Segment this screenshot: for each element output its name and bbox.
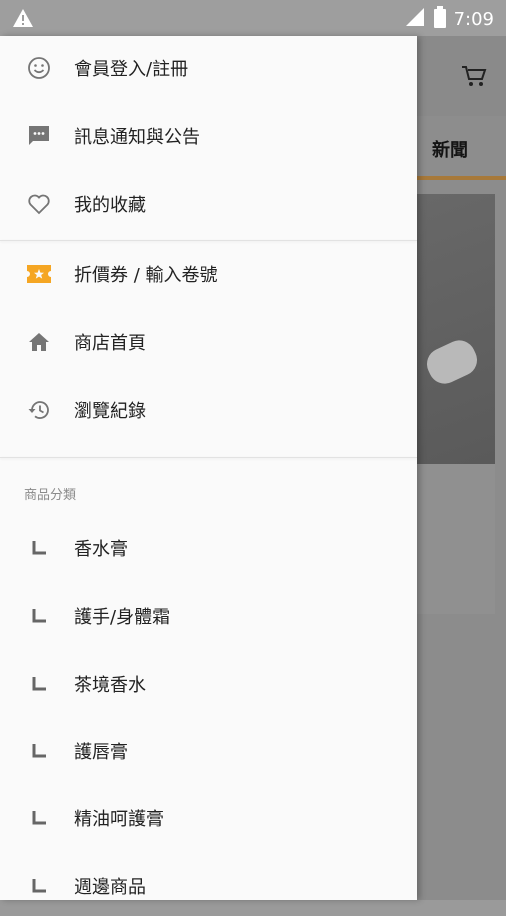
home-icon (26, 329, 52, 355)
category-label: 護手/身體霜 (74, 607, 171, 628)
category-item[interactable]: 茶境香水 (0, 654, 417, 714)
menu-item-history[interactable]: 瀏覽紀錄 (0, 380, 417, 440)
warning-icon (12, 8, 34, 32)
categories-header: 商品分類 (24, 488, 77, 503)
divider (0, 457, 417, 458)
sub-item-icon (32, 541, 46, 555)
status-bar: 7:09 (0, 0, 506, 36)
category-label: 香水膏 (74, 539, 128, 560)
category-label: 精油呵護膏 (74, 809, 164, 830)
ticket-icon (26, 261, 52, 287)
menu-item-label: 我的收藏 (74, 195, 146, 216)
menu-item-label: 訊息通知與公告 (74, 127, 200, 148)
category-label: 茶境香水 (74, 675, 146, 696)
product-image (417, 194, 495, 464)
cart-icon[interactable] (460, 64, 488, 92)
navigation-drawer: 會員登入/註冊 訊息通知與公告 我的收藏 折價券 / 輸入卷號 商店首頁 瀏覽紀… (0, 36, 417, 900)
history-icon (26, 397, 52, 423)
signal-icon (404, 7, 426, 32)
divider (0, 240, 417, 241)
menu-item-store-home[interactable]: 商店首頁 (0, 312, 417, 372)
battery-icon (433, 6, 446, 33)
sub-item-icon (32, 811, 46, 825)
menu-item-label: 會員登入/註冊 (74, 59, 189, 80)
category-item[interactable]: 精油呵護膏 (0, 788, 417, 848)
menu-item-coupon[interactable]: 折價券 / 輸入卷號 (0, 244, 417, 304)
product-card[interactable] (417, 194, 495, 614)
category-item[interactable]: 護唇膏 (0, 721, 417, 781)
menu-item-login[interactable]: 會員登入/註冊 (0, 38, 417, 98)
clock: 7:09 (453, 9, 494, 30)
sub-item-icon (32, 677, 46, 691)
menu-item-label: 瀏覽紀錄 (74, 401, 146, 422)
category-label: 護唇膏 (74, 742, 128, 763)
category-item[interactable]: 香水膏 (0, 518, 417, 578)
sub-item-icon (32, 609, 46, 623)
category-item[interactable]: 週邊商品 (0, 856, 417, 916)
menu-item-notifications[interactable]: 訊息通知與公告 (0, 106, 417, 166)
chat-icon (26, 123, 52, 149)
category-item[interactable]: 護手/身體霜 (0, 586, 417, 646)
sub-item-icon (32, 879, 46, 893)
smiley-icon (26, 55, 52, 81)
tab-news[interactable]: 新聞 (432, 136, 468, 162)
menu-item-favorites[interactable]: 我的收藏 (0, 174, 417, 234)
sub-item-icon (32, 744, 46, 758)
menu-item-label: 商店首頁 (74, 333, 146, 354)
menu-item-label: 折價券 / 輸入卷號 (74, 265, 218, 286)
category-label: 週邊商品 (74, 877, 146, 898)
heart-icon (26, 191, 52, 217)
